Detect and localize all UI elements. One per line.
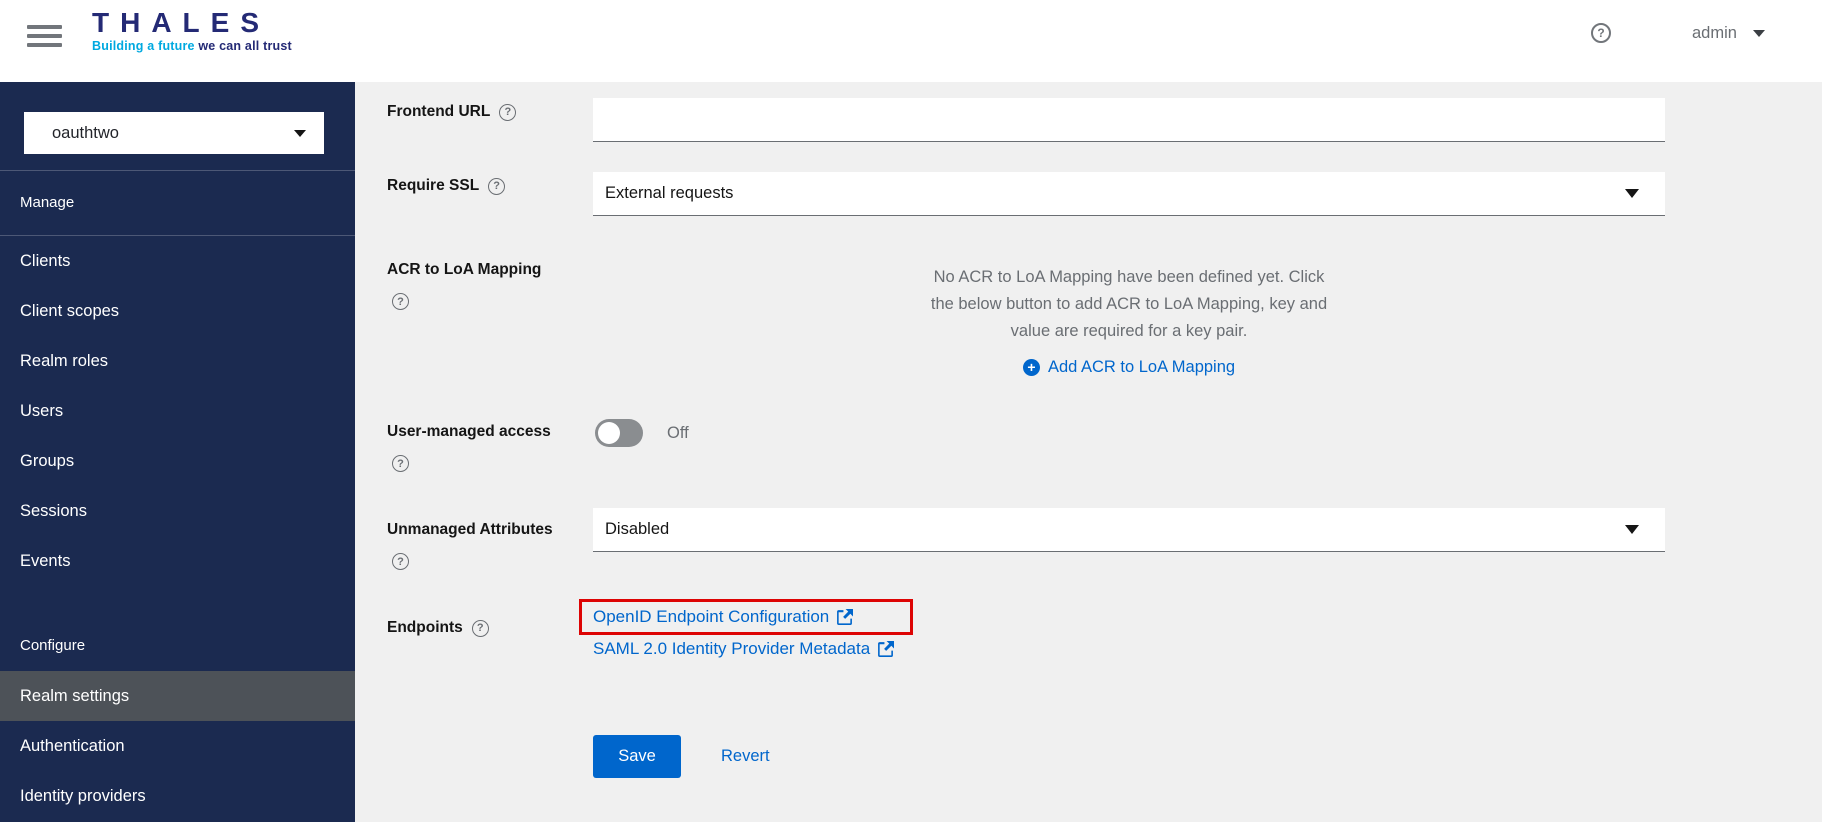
sidebar-item-client-scopes[interactable]: Client scopes (0, 286, 355, 336)
chevron-down-icon (294, 130, 306, 137)
require-ssl-label-row: Require SSL (387, 176, 505, 196)
sidebar-item-users[interactable]: Users (0, 386, 355, 436)
sidebar-item-realm-settings[interactable]: Realm settings (0, 671, 355, 721)
plus-circle-icon (1023, 359, 1040, 376)
thales-logo: THALES Building a future we can all trus… (92, 9, 292, 53)
openid-endpoint-configuration-link[interactable]: OpenID Endpoint Configuration (593, 607, 853, 627)
annotation-highlight-box: OpenID Endpoint Configuration (579, 599, 913, 635)
endpoints-label: Endpoints (387, 618, 463, 638)
sidebar-item-identity-providers[interactable]: Identity providers (0, 771, 355, 821)
hamburger-menu-icon[interactable] (27, 25, 62, 49)
sidebar-section-configure: Configure (0, 621, 355, 671)
sidebar-section-manage: Manage (0, 171, 355, 235)
realm-settings-form: Frontend URL Require SSL External reques… (355, 82, 1822, 822)
acr-mapping-label: ACR to LoA Mapping (387, 260, 541, 280)
unmanaged-attributes-label-row: Unmanaged Attributes (387, 520, 553, 540)
frontend-url-label: Frontend URL (387, 102, 490, 122)
empty-state-text-line: the below button to add ACR to LoA Mappi… (593, 291, 1665, 318)
frontend-url-input[interactable] (593, 98, 1665, 142)
saml-metadata-link[interactable]: SAML 2.0 Identity Provider Metadata (593, 639, 894, 659)
help-icon[interactable] (488, 178, 505, 195)
save-button[interactable]: Save (593, 735, 681, 778)
help-icon[interactable] (392, 553, 409, 570)
unmanaged-attributes-label: Unmanaged Attributes (387, 520, 553, 540)
require-ssl-label: Require SSL (387, 176, 479, 196)
sidebar-item-authentication[interactable]: Authentication (0, 721, 355, 771)
acr-mapping-label-row: ACR to LoA Mapping (387, 260, 541, 280)
external-link-icon (836, 609, 853, 626)
tagline-highlight: Building a future (92, 39, 195, 53)
frontend-url-label-row: Frontend URL (387, 102, 516, 122)
brand-tagline: Building a future we can all trust (92, 39, 292, 53)
sidebar-item-realm-roles[interactable]: Realm roles (0, 336, 355, 386)
external-link-icon (877, 641, 894, 658)
chevron-down-icon (1625, 189, 1639, 198)
app-header: THALES Building a future we can all trus… (0, 0, 1822, 82)
add-acr-mapping-label: Add ACR to LoA Mapping (1048, 354, 1235, 381)
user-managed-access-toggle[interactable] (595, 419, 643, 447)
realm-selector-value: oauthtwo (52, 124, 119, 143)
revert-button[interactable]: Revert (721, 735, 770, 778)
realm-selector[interactable]: oauthtwo (24, 112, 324, 154)
help-icon[interactable] (499, 104, 516, 121)
sidebar-item-events[interactable]: Events (0, 536, 355, 586)
require-ssl-value: External requests (605, 184, 733, 203)
user-menu-label: admin (1692, 24, 1737, 43)
help-icon[interactable] (1591, 23, 1611, 43)
user-managed-access-label: User-managed access (387, 422, 551, 442)
sidebar-item-sessions[interactable]: Sessions (0, 486, 355, 536)
require-ssl-select[interactable]: External requests (593, 172, 1665, 216)
help-icon[interactable] (392, 293, 409, 310)
sidebar: oauthtwo Manage Clients Client scopes Re… (0, 82, 355, 822)
empty-state-text-line: value are required for a key pair. (593, 318, 1665, 345)
sidebar-item-groups[interactable]: Groups (0, 436, 355, 486)
unmanaged-attributes-select[interactable]: Disabled (593, 508, 1665, 552)
add-acr-mapping-button[interactable]: Add ACR to LoA Mapping (1023, 354, 1235, 381)
chevron-down-icon (1625, 525, 1639, 534)
brand-name: THALES (92, 9, 292, 37)
empty-state-text-line: No ACR to LoA Mapping have been defined … (593, 264, 1665, 291)
toggle-knob (598, 422, 620, 444)
keycloak-admin-console: THALES Building a future we can all trus… (0, 0, 1822, 822)
unmanaged-attributes-value: Disabled (605, 520, 669, 539)
acr-mapping-empty-state: No ACR to LoA Mapping have been defined … (593, 264, 1665, 381)
tagline-rest: we can all trust (195, 39, 292, 53)
user-managed-access-state: Off (667, 419, 689, 447)
saml-metadata-label: SAML 2.0 Identity Provider Metadata (593, 639, 870, 659)
sidebar-item-clients[interactable]: Clients (0, 236, 355, 286)
help-icon[interactable] (392, 455, 409, 472)
user-managed-access-label-row: User-managed access (387, 422, 551, 442)
user-menu[interactable]: admin (1692, 20, 1765, 46)
endpoints-label-row: Endpoints (387, 618, 489, 638)
help-icon[interactable] (472, 620, 489, 637)
chevron-down-icon (1753, 30, 1765, 37)
openid-endpoint-configuration-label: OpenID Endpoint Configuration (593, 607, 829, 627)
